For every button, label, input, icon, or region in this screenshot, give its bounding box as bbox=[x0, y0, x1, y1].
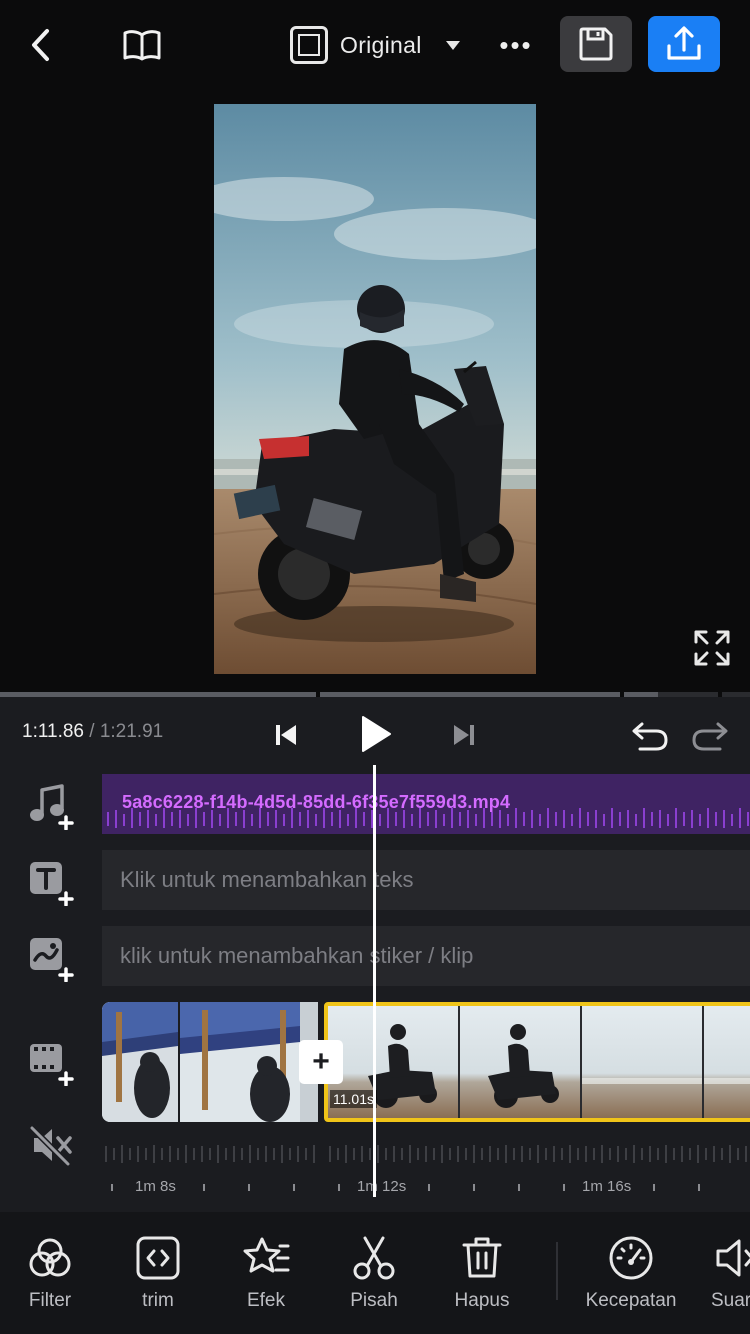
ruler-tick bbox=[428, 1184, 430, 1191]
skip-back-icon bbox=[276, 725, 296, 745]
expand-icon bbox=[694, 630, 730, 666]
scissors-icon bbox=[353, 1236, 395, 1280]
undo-icon bbox=[632, 722, 668, 751]
tool-split-button[interactable]: Pisah bbox=[324, 1234, 424, 1312]
ruler-tick bbox=[653, 1184, 655, 1191]
ruler-tick bbox=[473, 1184, 475, 1191]
add-clip-button[interactable] bbox=[24, 1034, 78, 1088]
caret-down-icon bbox=[445, 40, 460, 50]
tool-delete-button[interactable]: Hapus bbox=[432, 1234, 532, 1312]
play-button[interactable] bbox=[350, 709, 400, 759]
more-options-button[interactable]: ••• bbox=[494, 22, 538, 68]
mute-original-audio-button[interactable] bbox=[24, 1118, 78, 1172]
clip-thumbnails bbox=[102, 1002, 318, 1122]
chevron-left-icon bbox=[32, 29, 49, 61]
toolbar-divider bbox=[556, 1242, 558, 1300]
tool-label: Hapus bbox=[454, 1290, 510, 1311]
tool-label: Pisah bbox=[350, 1290, 398, 1311]
add-music-button[interactable] bbox=[24, 778, 78, 832]
add-text-button[interactable] bbox=[24, 854, 78, 908]
video-clip-2-selected[interactable] bbox=[324, 1002, 750, 1122]
aspect-ratio-selector[interactable]: Original bbox=[290, 24, 460, 66]
add-transition-button[interactable]: + bbox=[299, 1040, 343, 1084]
preview-frame-image bbox=[214, 104, 536, 674]
video-clip-1[interactable] bbox=[102, 1002, 318, 1122]
bottom-toolbar: Filter trim Efek Pisah Hapus Kecepatan S… bbox=[0, 1212, 750, 1334]
tool-label: Filter bbox=[28, 1290, 72, 1311]
tool-filter-button[interactable]: Filter bbox=[0, 1234, 100, 1312]
sticker-add-icon bbox=[30, 938, 74, 982]
ruler-tick bbox=[293, 1184, 295, 1191]
skip-forward-icon bbox=[454, 725, 474, 745]
tool-speed-button[interactable]: Kecepatan bbox=[576, 1234, 686, 1312]
export-button[interactable] bbox=[648, 16, 720, 72]
tool-trim-button[interactable]: trim bbox=[108, 1234, 208, 1312]
speaker-muted-icon bbox=[29, 1125, 72, 1167]
ruler-tick bbox=[698, 1184, 700, 1191]
aspect-ratio-icon bbox=[290, 26, 328, 64]
book-icon bbox=[123, 30, 161, 61]
filter-icon bbox=[29, 1238, 71, 1277]
skip-to-end-button[interactable] bbox=[446, 715, 482, 755]
ruler-label: 1m 16s bbox=[582, 1178, 632, 1195]
speedometer-icon bbox=[609, 1236, 653, 1280]
upload-icon bbox=[667, 26, 701, 60]
original-audio-waveform bbox=[102, 1142, 750, 1166]
floppy-disk-icon bbox=[579, 27, 613, 61]
clip-duration-badge: 11.01s bbox=[330, 1090, 377, 1108]
time-separator: / bbox=[89, 721, 95, 742]
ruler-label: 1m 8s bbox=[135, 1178, 176, 1195]
ruler-tick bbox=[338, 1184, 340, 1191]
current-time: 1:11.86 bbox=[22, 721, 84, 742]
clip-thumbnails bbox=[328, 1006, 750, 1118]
tutorial-button[interactable] bbox=[118, 22, 166, 68]
ruler-tick bbox=[111, 1184, 113, 1191]
ruler-tick bbox=[563, 1184, 565, 1191]
tool-label: Efek bbox=[246, 1290, 286, 1311]
audio-track-clip[interactable]: 5a8c6228-f14b-4d5d-85dd-6f35e7f559d3.mp4 bbox=[102, 774, 750, 834]
text-track-placeholder: Klik untuk menambahkan teks bbox=[120, 867, 414, 892]
tool-label: Suara bbox=[711, 1290, 750, 1311]
tool-label: Kecepatan bbox=[585, 1290, 677, 1311]
play-icon bbox=[362, 716, 391, 752]
undo-button[interactable] bbox=[626, 713, 674, 757]
music-note-add-icon bbox=[30, 784, 74, 830]
tool-effects-button[interactable]: Efek bbox=[216, 1234, 316, 1312]
fullscreen-button[interactable] bbox=[690, 626, 734, 670]
sticker-track[interactable]: klik untuk menambahkan stiker / klip bbox=[102, 926, 750, 986]
ruler-tick bbox=[248, 1184, 250, 1191]
video-preview[interactable] bbox=[214, 104, 536, 674]
skip-to-start-button[interactable] bbox=[268, 715, 304, 755]
tool-volume-button[interactable]: Suara bbox=[700, 1234, 750, 1312]
add-sticker-button[interactable] bbox=[24, 930, 78, 984]
volume-icon bbox=[716, 1239, 750, 1277]
trash-icon bbox=[462, 1237, 502, 1278]
save-draft-button[interactable] bbox=[560, 16, 632, 72]
text-add-icon bbox=[30, 862, 74, 906]
transport-bar: 1:11.86 / 1:21.91 bbox=[0, 697, 750, 772]
film-add-icon bbox=[30, 1044, 74, 1086]
total-time: 1:21.91 bbox=[99, 721, 164, 742]
tool-label: trim bbox=[142, 1290, 174, 1311]
ruler-tick bbox=[203, 1184, 205, 1191]
back-button[interactable] bbox=[18, 22, 66, 68]
audio-track-label: 5a8c6228-f14b-4d5d-85dd-6f35e7f559d3.mp4 bbox=[122, 792, 511, 812]
effects-icon bbox=[243, 1237, 290, 1273]
text-track[interactable]: Klik untuk menambahkan teks bbox=[102, 850, 750, 910]
aspect-ratio-label: Original bbox=[340, 31, 422, 58]
ruler-label: 1m 12s bbox=[357, 1178, 407, 1195]
more-dots-icon: ••• bbox=[499, 29, 533, 60]
ruler-tick bbox=[518, 1184, 520, 1191]
redo-button[interactable] bbox=[686, 713, 734, 757]
redo-icon bbox=[692, 722, 728, 751]
sticker-track-placeholder: klik untuk menambahkan stiker / klip bbox=[120, 943, 474, 968]
top-bar: Original ••• bbox=[0, 0, 750, 90]
trim-icon bbox=[136, 1236, 180, 1280]
time-display: 1:11.86 / 1:21.91 bbox=[22, 721, 163, 743]
playhead[interactable] bbox=[373, 765, 376, 1197]
